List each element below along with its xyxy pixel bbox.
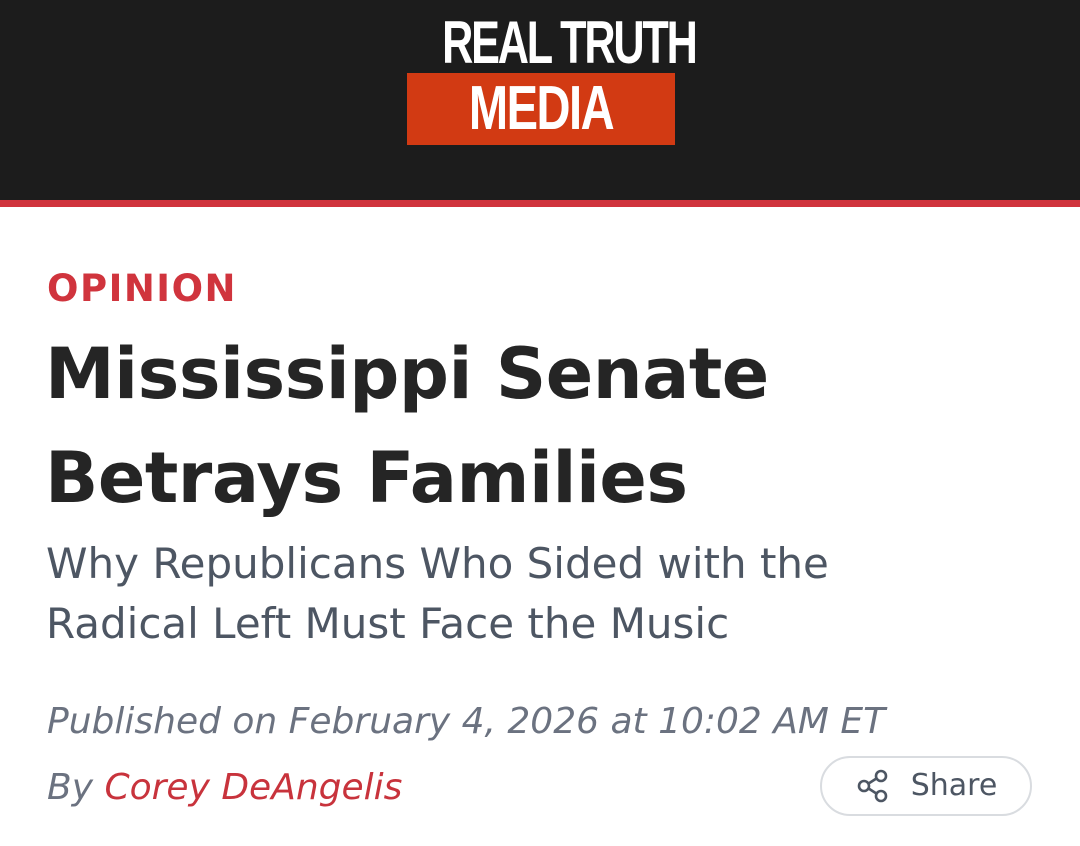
share-icon [855, 768, 891, 804]
published-date: Published on February 4, 2026 at 10:02 A… [47, 701, 886, 742]
logo-line-1: REAL TRUTH [442, 9, 698, 76]
site-header: REAL TRUTH MEDIA [0, 0, 1080, 207]
logo-line-2: MEDIA [468, 74, 615, 143]
headline-line-2: Betrays Families [45, 437, 688, 519]
logo-red-box: MEDIA [407, 73, 675, 145]
article-subheadline: Why Republicans Who Sided with the Radic… [46, 534, 1046, 654]
subheadline-line-1: Why Republicans Who Sided with the [46, 539, 829, 588]
byline: By Corey DeAngelis [47, 763, 402, 813]
category-label[interactable]: OPINION [47, 266, 237, 312]
headline-line-1: Mississippi Senate [45, 333, 769, 415]
byline-prefix: By [47, 767, 94, 808]
site-logo[interactable]: REAL TRUTH MEDIA [404, 9, 698, 146]
author-link[interactable]: Corey DeAngelis [104, 767, 402, 808]
share-button[interactable]: Share [820, 756, 1032, 816]
subheadline-line-2: Radical Left Must Face the Music [46, 599, 730, 648]
share-label: Share [910, 768, 998, 803]
article-headline: Mississippi Senate Betrays Families [45, 322, 1045, 530]
